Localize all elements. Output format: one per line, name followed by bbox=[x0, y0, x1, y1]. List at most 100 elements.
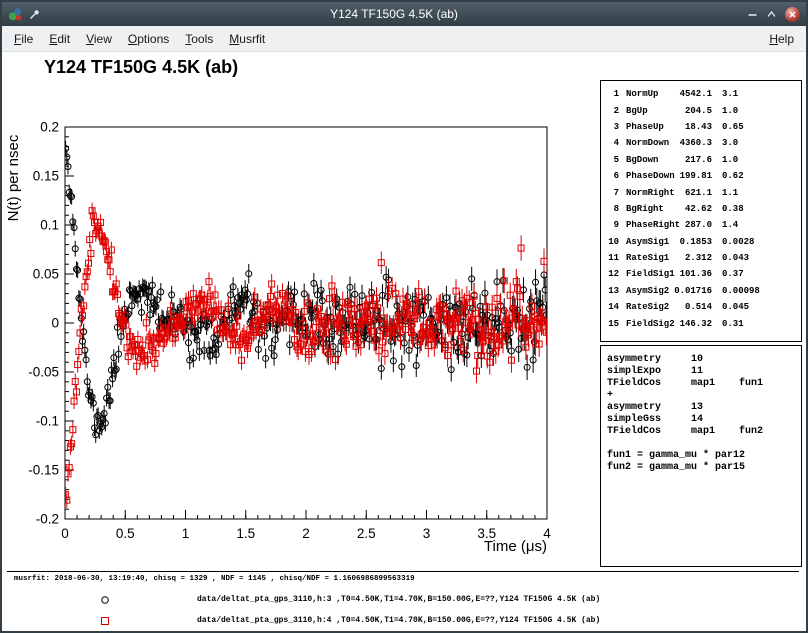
param-value: 101.36 bbox=[672, 269, 712, 279]
param-number: 6 bbox=[605, 171, 619, 181]
menu-tools[interactable]: Tools bbox=[177, 29, 221, 49]
shade-icon[interactable] bbox=[766, 9, 777, 20]
minimize-icon[interactable] bbox=[747, 9, 758, 20]
param-number: 4 bbox=[605, 138, 619, 148]
theory-line: fun2 = gamma_mu * par15 bbox=[607, 462, 801, 474]
param-number: 5 bbox=[605, 155, 619, 165]
menu-edit[interactable]: Edit bbox=[41, 29, 78, 49]
y-tick-label: 0.2 bbox=[40, 120, 59, 135]
x-tick-label: 1.5 bbox=[236, 526, 255, 541]
param-value: 0.514 bbox=[672, 302, 712, 312]
param-error: 0.0028 bbox=[722, 237, 754, 247]
param-name: BgRight bbox=[626, 204, 672, 214]
y-tick-label: -0.1 bbox=[36, 414, 59, 429]
theory-line: TFieldCos map1 fun2 bbox=[607, 426, 801, 438]
theory-line: asymmetry 10 bbox=[607, 354, 801, 366]
series-circle bbox=[63, 141, 550, 443]
menu-view[interactable]: View bbox=[78, 29, 120, 49]
param-error: 1.0 bbox=[722, 106, 738, 116]
fit-status-line: musrfit: 2018-06-30, 13:19:40, chisq = 1… bbox=[14, 575, 415, 583]
plot-legend: data/deltat_pta_gps_3110,h:3 ,T0=4.50K,T… bbox=[2, 589, 806, 631]
y-tick-label: 0.15 bbox=[33, 169, 59, 184]
menu-help[interactable]: Help bbox=[761, 29, 802, 49]
param-number: 15 bbox=[605, 319, 619, 329]
param-name: NormDown bbox=[626, 138, 672, 148]
theory-box: asymmetry 10simplExpo 11 TFieldCos map1 f… bbox=[600, 345, 802, 567]
app-icon bbox=[8, 7, 23, 22]
param-value: 0.01716 bbox=[672, 286, 712, 296]
param-name: AsymSig1 bbox=[626, 237, 672, 247]
y-axis-title: N(t) per nsec bbox=[5, 134, 22, 221]
param-name: PhaseUp bbox=[626, 122, 672, 132]
param-error: 0.38 bbox=[722, 204, 744, 214]
parameter-row: 6PhaseDown199.810.62 bbox=[605, 168, 801, 184]
param-error: 1.4 bbox=[722, 220, 738, 230]
param-number: 3 bbox=[605, 122, 619, 132]
parameter-row: 12FieldSig1101.360.37 bbox=[605, 266, 801, 282]
window-controls bbox=[747, 7, 800, 22]
param-number: 7 bbox=[605, 188, 619, 198]
theory-line bbox=[607, 438, 801, 450]
parameter-row: 11RateSig12.3120.043 bbox=[605, 250, 801, 266]
data-points-group bbox=[63, 141, 550, 508]
theory-line: asymmetry 13 bbox=[607, 402, 801, 414]
parameter-row: 8BgRight42.620.38 bbox=[605, 201, 801, 217]
param-value: 287.0 bbox=[672, 220, 712, 230]
theory-line: simplExpo 11 bbox=[607, 366, 801, 378]
param-value: 18.43 bbox=[672, 122, 712, 132]
param-name: BgDown bbox=[626, 155, 672, 165]
param-value: 42.62 bbox=[672, 204, 712, 214]
canvas-area: Y124 TF150G 4.5K (ab) 00.511.522.533.54-… bbox=[2, 52, 806, 631]
window-title: Y124 TF150G 4.5K (ab) bbox=[46, 7, 742, 21]
param-error: 1.1 bbox=[722, 188, 738, 198]
theory-line: simpleGss 14 bbox=[607, 414, 801, 426]
menu-bar: FileEditViewOptionsToolsMusrfit Help bbox=[2, 26, 806, 52]
parameter-row: 9 PhaseRight287.0 1.4 bbox=[605, 217, 801, 233]
parameter-row: 3PhaseUp18.430.65 bbox=[605, 119, 801, 135]
status-divider bbox=[7, 571, 799, 572]
window-titlebar: Y124 TF150G 4.5K (ab) bbox=[2, 2, 806, 26]
parameter-row: 15FieldSig2146.320.31 bbox=[605, 315, 801, 331]
theory-line: fun1 = gamma_mu * par12 bbox=[607, 450, 801, 462]
parameter-row: 10AsymSig10.18530.0028 bbox=[605, 234, 801, 250]
param-number: 10 bbox=[605, 237, 619, 247]
legend-label: data/deltat_pta_gps_3110,h:3 ,T0=4.50K,T… bbox=[197, 595, 600, 604]
parameter-row: 2BgUp204.51.0 bbox=[605, 102, 801, 118]
param-value: 4542.1 bbox=[672, 89, 712, 99]
circle-marker-icon bbox=[99, 593, 111, 611]
x-axis-title: Time (μs) bbox=[484, 538, 547, 555]
pin-icon[interactable] bbox=[28, 8, 41, 21]
menu-file[interactable]: File bbox=[6, 29, 41, 49]
x-tick-label: 1 bbox=[182, 526, 190, 541]
parameter-row: 1NormUp4542.13.1 bbox=[605, 86, 801, 102]
param-name: NormUp bbox=[626, 89, 672, 99]
x-tick-label: 0 bbox=[61, 526, 69, 541]
menu-musrfit[interactable]: Musrfit bbox=[221, 29, 273, 49]
parameter-row: 4 NormDown4360.3 3.0 bbox=[605, 135, 801, 151]
param-number: 9 bbox=[605, 220, 619, 230]
param-value: 217.6 bbox=[672, 155, 712, 165]
plot-canvas[interactable]: 00.511.522.533.54-0.2-0.15-0.1-0.0500.05… bbox=[2, 100, 572, 570]
app-window: Y124 TF150G 4.5K (ab) FileEditViewOption… bbox=[0, 0, 808, 633]
y-tick-label: 0 bbox=[51, 316, 59, 331]
param-error: 3.1 bbox=[722, 89, 738, 99]
param-error: 0.045 bbox=[722, 302, 749, 312]
theory-line: + bbox=[607, 390, 801, 402]
close-icon[interactable] bbox=[785, 7, 800, 22]
param-error: 0.31 bbox=[722, 319, 744, 329]
param-error: 0.00098 bbox=[722, 286, 760, 296]
param-value: 4360.3 bbox=[672, 138, 712, 148]
param-name: PhaseDown bbox=[626, 171, 672, 181]
legend-row: data/deltat_pta_gps_3110,h:3 ,T0=4.50K,T… bbox=[2, 589, 806, 610]
param-value: 2.312 bbox=[672, 253, 712, 263]
parameter-row: 5BgDown217.61.0 bbox=[605, 152, 801, 168]
param-name: PhaseRight bbox=[626, 220, 672, 230]
menu-options[interactable]: Options bbox=[120, 29, 177, 49]
legend-label: data/deltat_pta_gps_3110,h:4 ,T0=4.50K,T… bbox=[197, 616, 600, 625]
y-tick-label: 0.1 bbox=[40, 218, 59, 233]
x-tick-label: 0.5 bbox=[116, 526, 135, 541]
param-error: 0.62 bbox=[722, 171, 744, 181]
param-number: 13 bbox=[605, 286, 619, 296]
param-name: NormRight bbox=[626, 188, 672, 198]
param-error: 3.0 bbox=[722, 138, 738, 148]
